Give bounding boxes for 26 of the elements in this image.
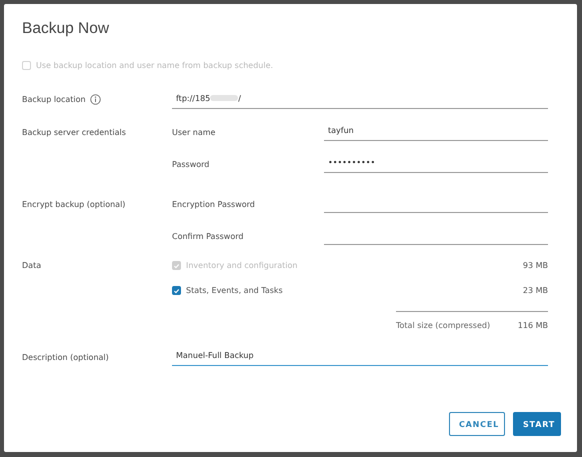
total-value: 116 MB: [518, 320, 548, 330]
field-label: Description (optional): [22, 353, 109, 362]
total-label: Total size (compressed): [396, 320, 490, 330]
size-value: 23 MB: [522, 286, 548, 295]
field-label: Backup location: [22, 95, 86, 104]
input-field[interactable]: ••••••••••: [324, 155, 548, 173]
field-label: Encryption Password: [172, 200, 255, 209]
size-value: 93 MB: [522, 261, 548, 270]
dialog-title: Backup Now: [22, 19, 110, 39]
field-label: Password: [172, 160, 210, 169]
checkbox-label: Stats, Events, and Tasks: [186, 286, 283, 295]
input-field[interactable]: Manuel-Full Backup: [172, 348, 548, 366]
section-label: Data: [22, 261, 42, 270]
start-button[interactable]: START: [513, 412, 561, 436]
input-field[interactable]: tayfun: [324, 123, 548, 141]
checkbox-label: Use backup location and user name from backup schedule.: [36, 61, 274, 70]
info-icon[interactable]: [90, 94, 101, 105]
checkbox[interactable]: [172, 286, 181, 295]
checkbox-label: Inventory and configuration: [186, 261, 298, 270]
cancel-button[interactable]: CANCEL: [449, 412, 505, 436]
section-label: Encrypt backup (optional): [22, 200, 126, 209]
field-label: Confirm Password: [172, 232, 244, 241]
section-label: Backup server credentials: [22, 128, 126, 137]
input-field[interactable]: ftp://185 /: [172, 91, 548, 109]
field-label: User name: [172, 128, 216, 137]
redaction-blur: [210, 95, 238, 101]
